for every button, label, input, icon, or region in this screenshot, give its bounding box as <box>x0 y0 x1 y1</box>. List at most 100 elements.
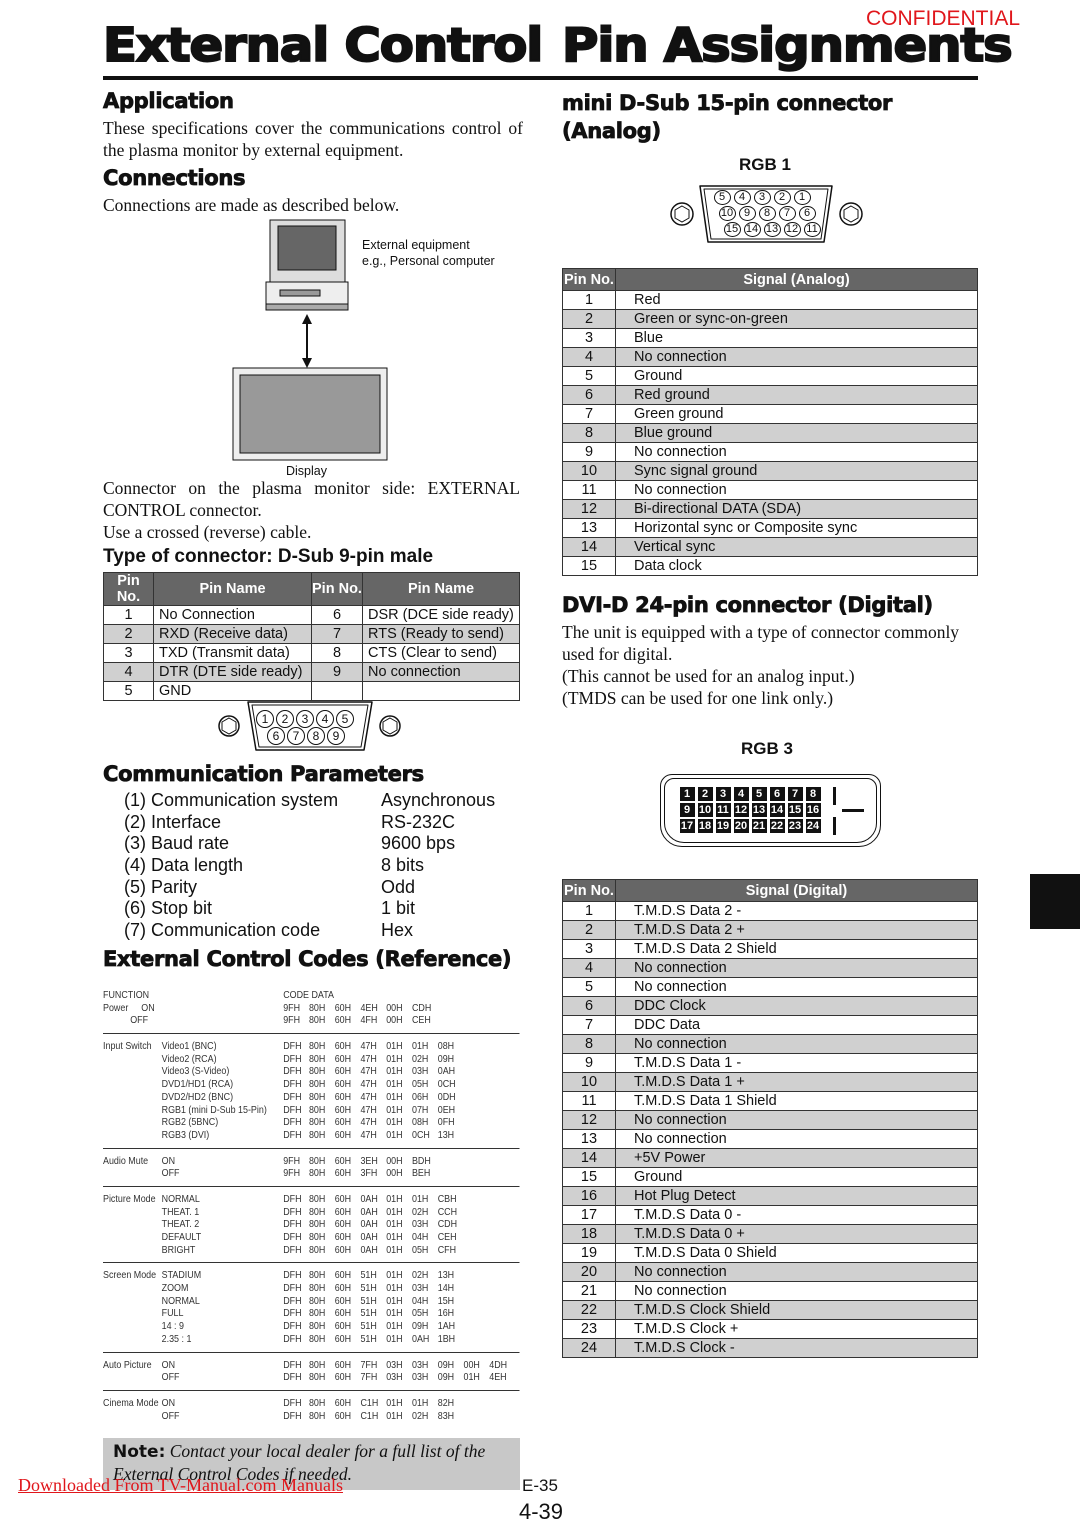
connector-side-text: Connector on the plasma monitor side: EX… <box>103 478 520 520</box>
signal-name: No connection <box>615 480 978 500</box>
code-byte: 09H <box>437 1358 455 1371</box>
code-byte: 0AH <box>360 1231 378 1243</box>
pin-number: 8 <box>311 643 363 663</box>
code-byte: DFH <box>283 1040 302 1053</box>
pin-number: 15 <box>787 803 803 817</box>
setting-name: DEFAULT <box>161 1231 202 1243</box>
code-byte: 60H <box>334 1332 352 1345</box>
pin-number: 7 <box>778 206 796 221</box>
code-byte: CEH <box>437 1231 457 1243</box>
section-tab <box>1030 874 1080 929</box>
code-byte: 47H <box>360 1040 377 1053</box>
code-byte: 3EH <box>360 1154 378 1167</box>
pin-number: 3 <box>562 328 616 348</box>
pin-number: 10 <box>562 1072 616 1092</box>
code-byte: 60H <box>334 1090 352 1103</box>
signal-name: T.M.D.S Data 0 + <box>615 1224 978 1244</box>
code-byte: 60H <box>334 1269 352 1282</box>
signal-name: T.M.D.S Data 2 - <box>615 901 978 921</box>
param-label: (5) Parity <box>124 876 198 897</box>
pin-number: 18 <box>697 819 713 833</box>
comm-param-row: (5) Parity Odd <box>124 877 524 899</box>
function-name: Input Switch <box>103 1040 152 1053</box>
pin-number: 16 <box>805 803 821 817</box>
pin-number: 3 <box>715 787 731 801</box>
code-byte: 02H <box>411 1409 429 1422</box>
signal-name: No connection <box>615 1110 978 1130</box>
comm-params-list: (1) Communication system Asynchronous (2) … <box>124 790 524 942</box>
code-byte: 47H <box>360 1128 377 1141</box>
pin-number: 2 <box>773 190 791 205</box>
pin-number: 13 <box>763 222 781 237</box>
dvi-connector-diagram: 1 2 3 4 5 6 7 89 10 11 12 13 14 15 1617 18 19 20 21 22 23 24 <box>660 774 881 847</box>
code-byte: 01H <box>386 1269 403 1282</box>
signal-name: Horizontal sync or Composite sync <box>615 518 978 538</box>
code-byte: 01H <box>386 1294 403 1307</box>
table-row: 22 T.M.D.S Clock Shield <box>562 1300 978 1320</box>
code-byte: 47H <box>360 1052 377 1065</box>
code-row: THEAT. 2 DFH 80H 60H 0AH 01H 03H CDH <box>103 1218 457 1231</box>
code-byte: 80H <box>308 1409 326 1422</box>
pin-number: 12 <box>562 1110 616 1130</box>
table-row: 9 T.M.D.S Data 1 - <box>562 1053 978 1073</box>
code-byte: DFH <box>283 1218 302 1231</box>
dvi-text-2: (This cannot be used for an analog input… <box>562 666 855 686</box>
page-code: E-35 <box>522 1476 558 1495</box>
pin-number: 7 <box>787 787 803 801</box>
signal-name: T.M.D.S Data 2 + <box>615 920 978 940</box>
col-header: Signal (Digital) <box>615 879 978 902</box>
code-byte: 9FH <box>283 1001 301 1014</box>
param-value: 1 bit <box>381 898 416 919</box>
code-byte: 00H <box>386 1014 403 1027</box>
code-byte: 09H <box>411 1320 429 1333</box>
pin-number: 3 <box>103 643 154 663</box>
pin-number: 24 <box>805 819 821 833</box>
table-row: 3 TXD (Transmit data) 8 CTS (Clear to send) <box>103 643 520 663</box>
code-byte: 60H <box>334 1243 352 1256</box>
signal-name: No connection <box>615 1262 978 1282</box>
code-byte: 80H <box>308 1371 326 1384</box>
code-byte: 01H <box>386 1332 403 1345</box>
col-header: Pin No. <box>562 268 616 291</box>
code-byte: 0EH <box>437 1103 456 1116</box>
pin-number: 6 <box>798 206 816 221</box>
pin-number: 2 <box>697 787 713 801</box>
code-byte: 7FH <box>360 1358 378 1371</box>
signal-name: Sync signal ground <box>615 461 978 481</box>
code-byte: 02H <box>411 1269 429 1282</box>
confidential-label: CONFIDENTIAL <box>866 7 1021 30</box>
code-byte: 80H <box>308 1052 326 1065</box>
code-row: RGB2 (5BNC) DFH 80H 60H 47H 01H 08H 0FH <box>103 1116 457 1129</box>
code-row: Cinema Mode ON DFH 80H 60H C1H 01H 01H 82H <box>103 1397 457 1410</box>
dsub9-pin-table: Pin No. Pin Name Pin No. Pin Name 1 No Co… <box>103 572 520 701</box>
download-link[interactable]: Downloaded From TV-Manual.com Manuals <box>18 1475 343 1496</box>
pin-number: 13 <box>562 518 616 538</box>
code-byte: 15H <box>437 1294 455 1307</box>
comm-param-row: (6) Stop bit 1 bit <box>124 898 524 920</box>
code-byte: CDH <box>437 1218 458 1231</box>
pin-number: 4 <box>316 710 334 728</box>
code-byte: 4DH <box>489 1358 508 1371</box>
pin-number: 7 <box>562 404 616 424</box>
code-group-divider <box>103 1033 520 1035</box>
connections-text: Connections are made as described below. <box>103 195 400 215</box>
code-byte: 60H <box>334 1231 352 1243</box>
signal-name: Ground <box>615 366 978 386</box>
pin-number: 6 <box>267 727 285 745</box>
code-byte: 03H <box>411 1282 429 1295</box>
signal-name: T.M.D.S Clock + <box>615 1319 978 1339</box>
pin-name: DTR (DTE side ready) <box>153 662 312 682</box>
pin-number: 8 <box>562 423 616 443</box>
code-byte: 01H <box>463 1371 480 1384</box>
codes-heading: External Control Codes (Reference) <box>103 947 512 972</box>
setting-name: ON <box>161 1154 176 1167</box>
codes-table: FUNCTION CODE DATA Power ON 9FH 80H 60H 4EH 00H… <box>103 989 520 1422</box>
code-row: BRIGHT DFH 80H 60H 0AH 01H 05H CFH <box>103 1244 457 1257</box>
signal-name: Vertical sync <box>615 537 978 557</box>
pin-number: 23 <box>562 1319 616 1339</box>
pin-number: 19 <box>562 1243 616 1263</box>
table-row: 3 T.M.D.S Data 2 Shield <box>562 939 978 959</box>
code-byte: 47H <box>360 1065 377 1078</box>
pin-number: 9 <box>738 206 756 221</box>
signal-name: DDC Data <box>615 1015 978 1035</box>
